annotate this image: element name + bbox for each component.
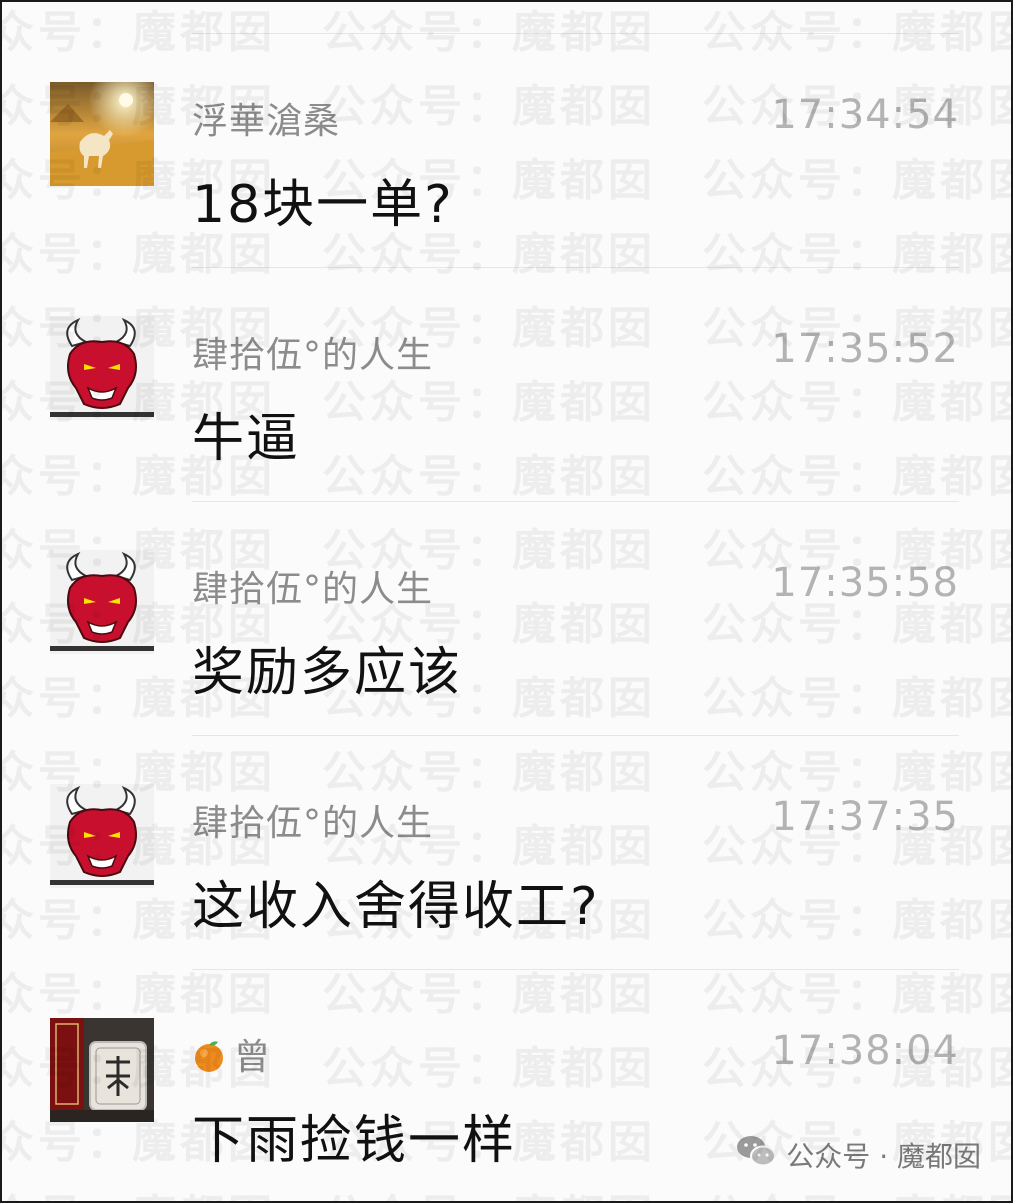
message-time: 17:37:35 (771, 794, 959, 840)
message-item[interactable]: 肆拾伍°的人生 17:35:52 牛逼 (2, 268, 1011, 502)
red-bull-avatar-icon[interactable] (50, 316, 154, 420)
sender-name[interactable]: 浮華滄桑 (192, 92, 340, 144)
message-text: 这收入舍得收工? (192, 877, 600, 937)
message-time: 17:34:54 (771, 92, 959, 138)
message-item[interactable]: 肆拾伍°的人生 17:37:35 这收入舍得收工? (2, 736, 1011, 970)
sender-name[interactable]: 曾 (192, 1028, 271, 1080)
message-text: 牛逼 (192, 409, 301, 469)
message-text: 下雨捡钱一样 (192, 1111, 517, 1171)
sender-name[interactable]: 肆拾伍°的人生 (192, 560, 433, 612)
message-time: 17:35:52 (771, 326, 959, 372)
chat-screenshot-frame: 浮華滄桑 17:34:54 18块一单? 肆拾伍°的人生 17:35:52 牛逼 (0, 0, 1013, 1203)
wechat-icon (736, 1134, 777, 1175)
red-bull-avatar-icon[interactable] (50, 784, 154, 888)
footer-watermark: 公众号 · 魔都囡 (736, 1134, 981, 1175)
sender-name[interactable]: 肆拾伍°的人生 (192, 794, 433, 846)
footer-label: 公众号 · 魔都囡 (786, 1139, 981, 1173)
red-bull-avatar-icon[interactable] (50, 550, 154, 654)
message-time: 17:35:58 (771, 560, 959, 606)
sender-name[interactable]: 肆拾伍°的人生 (192, 326, 433, 378)
golden-horse-avatar-icon[interactable] (50, 82, 154, 186)
mahjong-fa-tile-avatar-icon[interactable] (50, 1018, 154, 1122)
message-time: 17:38:04 (771, 1028, 959, 1074)
sender-name-text: 曾 (234, 1037, 272, 1078)
message-item[interactable]: 浮華滄桑 17:34:54 18块一单? (2, 34, 1011, 268)
message-text: 18块一单? (192, 175, 454, 235)
message-item[interactable]: 肆拾伍°的人生 17:35:58 奖励多应该 (2, 502, 1011, 736)
message-text: 奖励多应该 (192, 643, 463, 703)
orange-emoji-icon (192, 1039, 226, 1073)
